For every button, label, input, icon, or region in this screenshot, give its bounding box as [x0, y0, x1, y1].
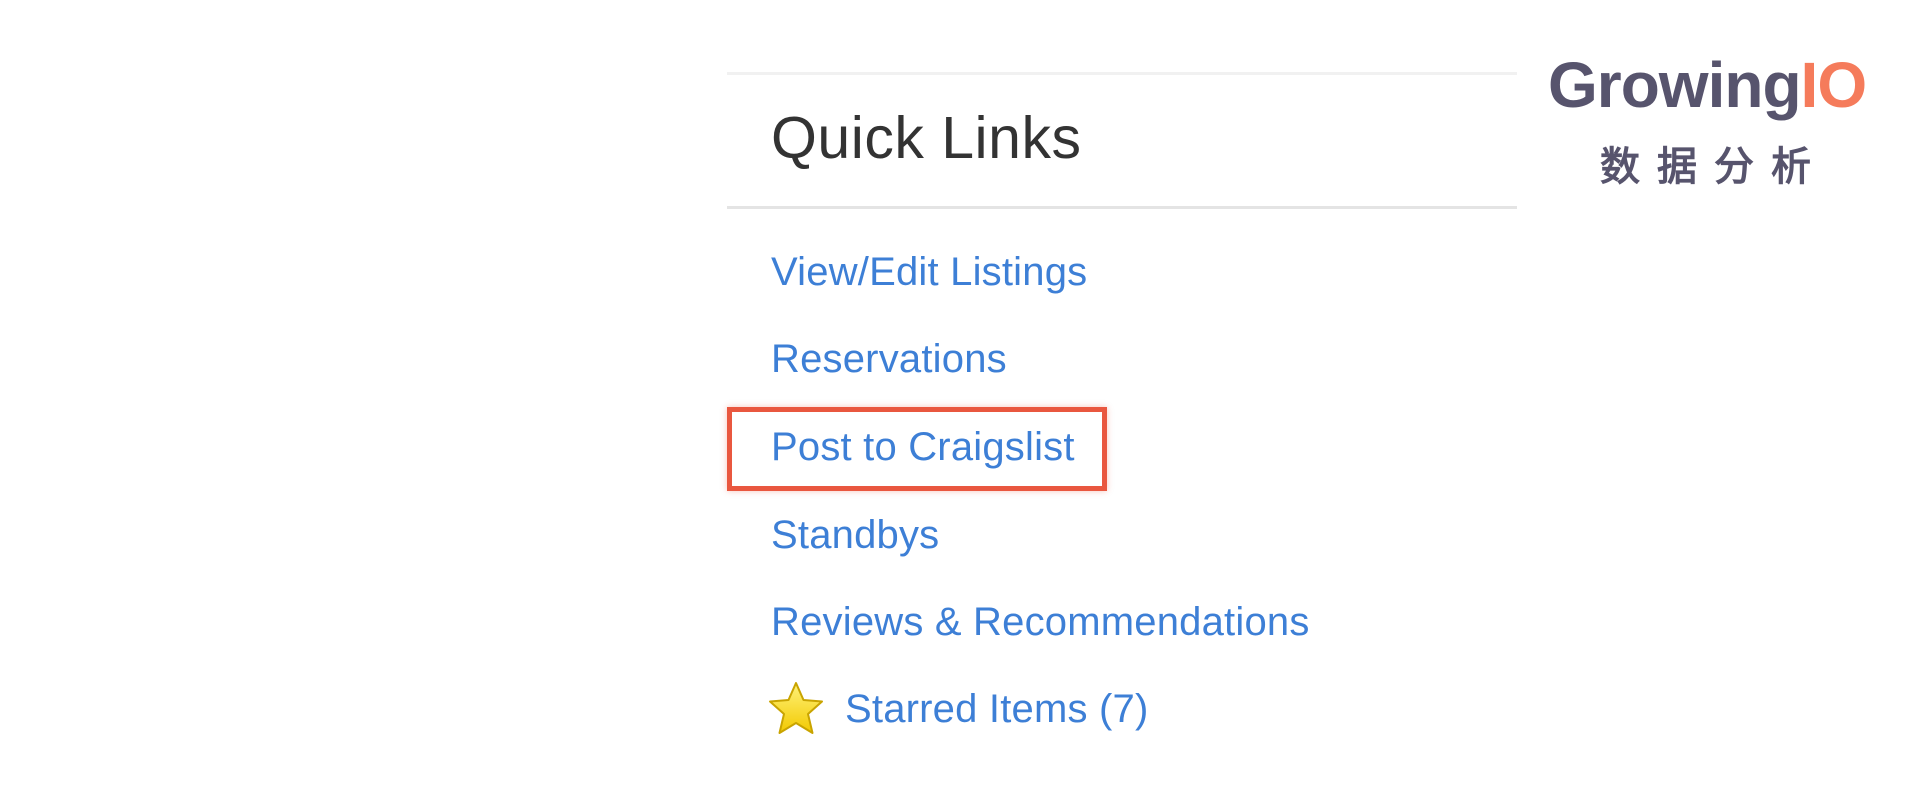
link-standbys[interactable]: Standbys — [771, 505, 939, 565]
star-icon — [767, 680, 825, 738]
panel-top-edge — [727, 72, 1517, 75]
link-label: Starred Items (7) — [845, 686, 1149, 731]
link-view-edit-listings[interactable]: View/Edit Listings — [771, 242, 1087, 302]
growingio-logo: GrowingIO 数据分析 — [1548, 48, 1878, 189]
link-label: Post to Craigslist — [771, 424, 1075, 469]
link-starred-items[interactable]: Starred Items (7) — [767, 679, 1148, 739]
panel-title: Quick Links — [771, 105, 1082, 171]
logo-name-main: Growing — [1548, 49, 1802, 121]
link-label: Standbys — [771, 512, 940, 557]
quick-links-panel: Quick Links View/Edit Listings Reservati… — [727, 72, 1517, 772]
link-reviews-recommendations[interactable]: Reviews & Recommendations — [771, 592, 1310, 652]
logo-name-accent: IO — [1800, 49, 1868, 121]
link-reservations[interactable]: Reservations — [771, 329, 1007, 389]
panel-divider — [727, 206, 1517, 209]
link-post-to-craigslist[interactable]: Post to Craigslist — [727, 407, 1107, 491]
logo-wordmark: GrowingIO — [1548, 48, 1868, 122]
logo-subtitle: 数据分析 — [1600, 145, 1828, 189]
link-label: Reviews & Recommendations — [771, 599, 1310, 644]
link-label: View/Edit Listings — [771, 249, 1088, 294]
link-label: Reservations — [771, 336, 1007, 381]
